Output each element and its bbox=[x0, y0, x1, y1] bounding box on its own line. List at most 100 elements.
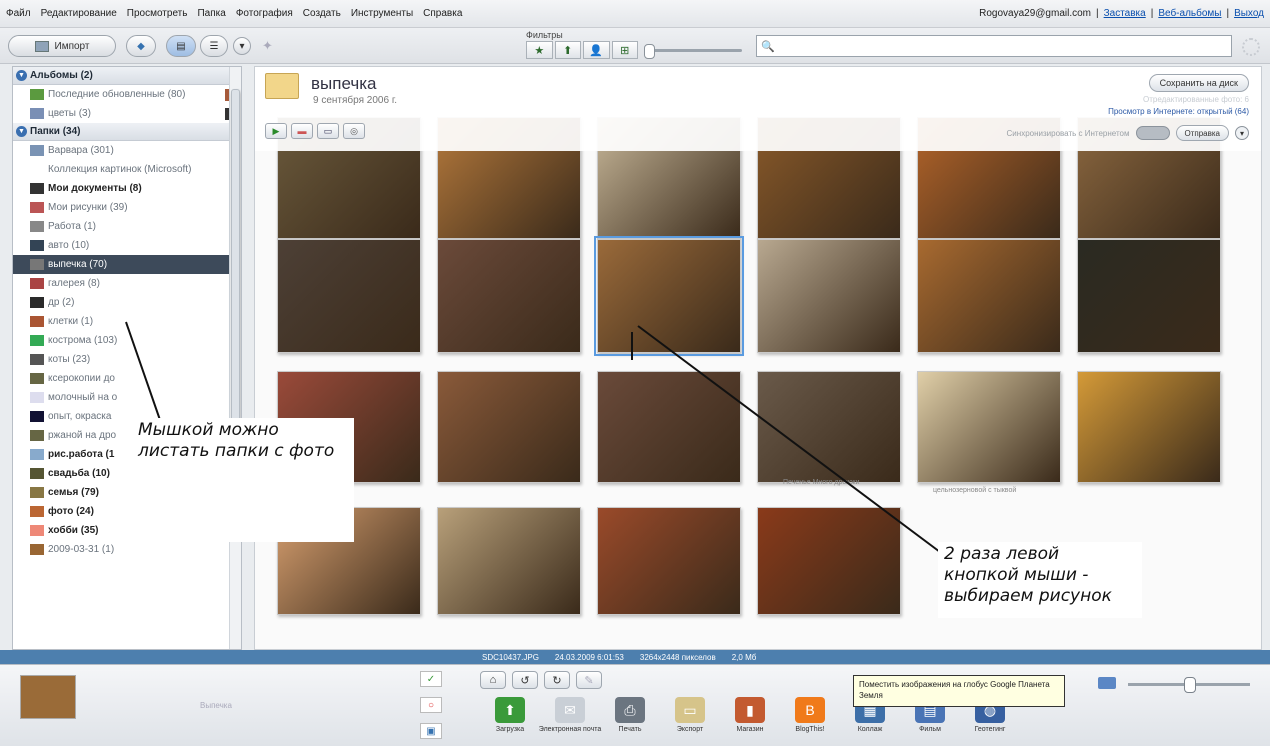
tray-action-button[interactable]: ▮ Магазин bbox=[724, 697, 776, 733]
menu-photo[interactable]: Фотография bbox=[236, 8, 293, 19]
menu-create[interactable]: Создать bbox=[303, 8, 341, 19]
save-to-disk-button[interactable]: Сохранить на диск bbox=[1148, 74, 1249, 92]
sidebar-folder-item[interactable]: Варвара (301) bbox=[13, 141, 241, 160]
sidebar-album-flowers[interactable]: цветы (3) bbox=[13, 104, 241, 123]
photo-thumbnail[interactable] bbox=[437, 507, 581, 615]
movie-icon[interactable]: ▭ bbox=[317, 123, 339, 139]
sync-toggle[interactable] bbox=[1135, 126, 1170, 140]
sidebar-scrollbar[interactable] bbox=[229, 67, 241, 649]
view-dropdown-button[interactable]: ▾ bbox=[233, 37, 251, 55]
collapse-icon[interactable]: ▼ bbox=[16, 70, 27, 81]
sidebar-folder-item[interactable]: Работа (1) bbox=[13, 217, 241, 236]
sidebar-folder-item[interactable]: галерея (8) bbox=[13, 274, 241, 293]
photo-thumbnail[interactable] bbox=[1077, 239, 1221, 353]
folder-icon bbox=[30, 487, 44, 498]
photo-thumbnail[interactable] bbox=[594, 236, 744, 356]
clear-tray-icon[interactable]: ○ bbox=[420, 697, 442, 713]
star-filter-icon[interactable]: ★ bbox=[526, 41, 553, 59]
date-filter-slider[interactable] bbox=[644, 44, 742, 59]
action-label: Геотегинг bbox=[974, 726, 1006, 733]
sidebar-folder-item[interactable]: кострома (103) bbox=[13, 331, 241, 350]
sidebar-folder-item[interactable]: Мои документы (8) bbox=[13, 179, 241, 198]
sidebar-folder-item[interactable]: молочный на о bbox=[13, 388, 241, 407]
collapse-icon[interactable]: ▼ bbox=[16, 126, 27, 137]
sidebar-folder-item[interactable]: 2009-03-31 (1) bbox=[13, 540, 241, 559]
hold-pin-icon[interactable]: ✓ bbox=[420, 671, 442, 687]
photo-thumbnail[interactable] bbox=[917, 371, 1061, 483]
menu-view[interactable]: Просмотреть bbox=[127, 8, 188, 19]
link-screensaver[interactable]: Заставка bbox=[1104, 8, 1146, 19]
photo-thumbnail[interactable] bbox=[757, 507, 901, 615]
effects-icon[interactable]: ✎ bbox=[576, 671, 602, 689]
menu-edit[interactable]: Редактирование bbox=[41, 8, 117, 19]
sidebar-folder-item[interactable]: ксерокопии до bbox=[13, 369, 241, 388]
people-search-icon[interactable]: ✦ bbox=[262, 38, 280, 54]
photo-thumbnail[interactable] bbox=[597, 507, 741, 615]
filter-buttons: ★ ⬆ 👤 ⊞ bbox=[526, 41, 638, 59]
folder-icon bbox=[265, 73, 299, 99]
menu-file[interactable]: Файл bbox=[6, 8, 31, 19]
tray-action-button[interactable]: ✉ Электронная почта bbox=[539, 697, 601, 733]
import-button[interactable]: Импорт bbox=[8, 35, 116, 57]
geotag-icon[interactable]: ◎ bbox=[343, 123, 365, 139]
thumbnail-size-slider[interactable] bbox=[1128, 677, 1250, 693]
menu-help[interactable]: Справка bbox=[423, 8, 462, 19]
link-logout[interactable]: Выход bbox=[1234, 8, 1264, 19]
scrollbar-thumb[interactable] bbox=[231, 89, 240, 429]
photo-thumbnail[interactable] bbox=[1077, 371, 1221, 483]
rotate-right-icon[interactable]: ↻ bbox=[544, 671, 570, 689]
tray-action-button[interactable]: B BlogThis! bbox=[784, 697, 836, 733]
play-slideshow-icon[interactable]: ▶ bbox=[265, 123, 287, 139]
photo-thumbnail[interactable] bbox=[917, 239, 1061, 353]
sidebar-album-recent[interactable]: Последние обновленные (80) bbox=[13, 85, 241, 104]
sidebar-folder-item[interactable]: др (2) bbox=[13, 293, 241, 312]
sidebar-item-label: рис.работа (1 bbox=[48, 449, 115, 460]
chevron-down-icon[interactable]: ▾ bbox=[1235, 126, 1249, 140]
action-label: Экспорт bbox=[676, 726, 704, 733]
sidebar-item-label: Мои документы (8) bbox=[48, 183, 142, 194]
sidebar-folder-item[interactable]: Коллекция картинок (Microsoft) bbox=[13, 160, 241, 179]
sidebar-item-label: Мои рисунки (39) bbox=[48, 202, 128, 213]
sidebar-item-label: др (2) bbox=[48, 297, 75, 308]
tray-action-button[interactable]: ▭ Экспорт bbox=[664, 697, 716, 733]
send-button[interactable]: Отправка bbox=[1175, 125, 1229, 141]
sidebar-folder-item[interactable]: авто (10) bbox=[13, 236, 241, 255]
folders-header[interactable]: ▼ Папки (34) bbox=[13, 123, 241, 141]
upload-filter-icon[interactable]: ⬆ bbox=[554, 41, 581, 59]
action-label: Печать bbox=[618, 726, 642, 733]
view-grid-button[interactable]: ▤ bbox=[166, 35, 196, 57]
photo-thumbnail[interactable] bbox=[757, 239, 901, 353]
import-icon bbox=[34, 40, 49, 52]
person-filter-icon[interactable]: 👤 bbox=[583, 41, 610, 59]
people-button[interactable]: ◆ bbox=[126, 35, 156, 57]
menu-tools[interactable]: Инструменты bbox=[351, 8, 413, 19]
web-view-link[interactable]: Просмотр в Интернете: открытый (64) bbox=[1108, 107, 1249, 116]
link-web-albums[interactable]: Веб-альбомы bbox=[1158, 8, 1221, 19]
sidebar-folder-item[interactable]: выпечка (70) bbox=[13, 255, 241, 274]
view-list-button[interactable]: ☰ bbox=[200, 35, 228, 57]
geo-filter-icon[interactable]: ⊞ bbox=[611, 41, 638, 59]
photo-thumbnail[interactable] bbox=[277, 239, 421, 353]
photo-thumbnail[interactable] bbox=[437, 371, 581, 483]
main-menu: Файл Редактирование Просмотреть Папка Фо… bbox=[6, 8, 462, 19]
tray-action-button[interactable]: ⎙ Печать bbox=[604, 697, 656, 733]
photo-thumbnail[interactable] bbox=[597, 371, 741, 483]
add-to-album-icon[interactable]: ▣ bbox=[420, 723, 442, 739]
sidebar-item-label: галерея (8) bbox=[48, 278, 100, 289]
collage-icon[interactable]: ▬ bbox=[291, 123, 313, 139]
rotate-left-icon[interactable]: ↺ bbox=[512, 671, 538, 689]
sidebar-folder-item[interactable]: коты (23) bbox=[13, 350, 241, 369]
search-input[interactable]: 🔍 bbox=[756, 35, 1232, 57]
menu-folder[interactable]: Папка bbox=[197, 8, 225, 19]
photo-thumbnail[interactable] bbox=[437, 239, 581, 353]
tray-thumbnail[interactable] bbox=[20, 675, 76, 719]
home-icon[interactable]: ⌂ bbox=[480, 671, 506, 689]
tray-action-button[interactable]: ⬆ Загрузка bbox=[484, 697, 536, 733]
sidebar-folder-item[interactable]: Мои рисунки (39) bbox=[13, 198, 241, 217]
action-label: Фильм bbox=[919, 726, 941, 733]
albums-header[interactable]: ▼ Альбомы (2) bbox=[13, 67, 241, 85]
photo-thumbnail[interactable] bbox=[757, 371, 901, 483]
separator: | bbox=[1226, 8, 1230, 19]
folder-icon bbox=[30, 202, 44, 213]
sidebar-folder-item[interactable]: клетки (1) bbox=[13, 312, 241, 331]
